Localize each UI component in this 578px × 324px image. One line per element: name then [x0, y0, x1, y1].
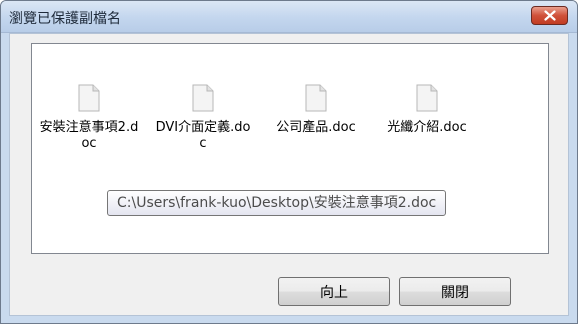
document-icon — [305, 84, 327, 112]
file-item[interactable]: DVI介面定義.doc — [153, 84, 253, 152]
file-name: 安裝注意事項2.doc — [39, 120, 139, 151]
title-bar[interactable]: 瀏覽已保護副檔名 — [1, 1, 577, 33]
window-title: 瀏覽已保護副檔名 — [9, 11, 121, 27]
close-icon — [543, 10, 556, 21]
file-item[interactable]: 安裝注意事項2.doc — [39, 84, 139, 152]
dialog-body: 安裝注意事項2.doc DVI介面定義.doc 公司產品.doc 光纖介紹.do… — [9, 33, 569, 316]
file-path-tooltip: C:\Users\frank-kuo\Desktop\安裝注意事項2.doc — [107, 190, 447, 216]
file-item[interactable]: 公司產品.doc — [266, 84, 366, 136]
file-name: 公司產品.doc — [276, 120, 356, 135]
document-icon — [78, 84, 100, 112]
protected-extensions-dialog: 瀏覽已保護副檔名 安裝注意事項2.doc DVI介面定義.doc 公司產品.do… — [0, 0, 578, 324]
file-name: DVI介面定義.doc — [155, 120, 251, 151]
document-icon — [192, 84, 214, 112]
file-item[interactable]: 光纖介紹.doc — [377, 84, 477, 136]
window-close-button[interactable] — [531, 6, 568, 25]
file-list-panel: 安裝注意事項2.doc DVI介面定義.doc 公司產品.doc 光纖介紹.do… — [31, 43, 549, 254]
up-button[interactable]: 向上 — [278, 277, 390, 306]
file-name: 光纖介紹.doc — [387, 120, 467, 135]
document-icon — [416, 84, 438, 112]
close-button[interactable]: 關閉 — [399, 277, 511, 306]
